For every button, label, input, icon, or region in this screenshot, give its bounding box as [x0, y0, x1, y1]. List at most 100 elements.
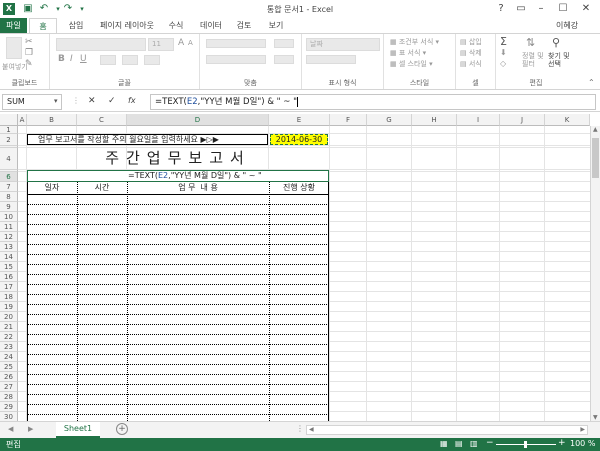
report-title[interactable]: 주간업무보고서: [27, 147, 329, 169]
cancel-icon[interactable]: ✕: [88, 96, 96, 106]
find-select-icon[interactable]: ⚲: [552, 36, 560, 49]
tab-split-icon[interactable]: ⋮: [296, 424, 304, 433]
tab-page-layout[interactable]: 페이지 레이아웃: [97, 18, 157, 33]
sort-filter-icon[interactable]: ⇅: [526, 36, 535, 49]
clear-icon[interactable]: ◇: [500, 59, 506, 68]
collapse-ribbon-icon[interactable]: ⌃: [588, 78, 595, 87]
header-task[interactable]: 업 무 내 용: [127, 182, 269, 194]
sort-filter-label[interactable]: 정렬 및 필터: [522, 52, 546, 68]
ribbon-display-icon[interactable]: ▭: [510, 1, 532, 16]
underline-icon[interactable]: U: [80, 54, 87, 64]
user-name[interactable]: 이혜강: [556, 18, 590, 33]
normal-view-icon[interactable]: ▦: [440, 439, 448, 448]
row-header-28[interactable]: 28: [0, 392, 18, 402]
row-header-9[interactable]: 9: [0, 202, 18, 212]
row-header-11[interactable]: 11: [0, 222, 18, 232]
zoom-slider-thumb[interactable]: [524, 441, 527, 448]
cell-b2-instruction[interactable]: 업무 보고서를 작성할 주의 월요일을 입력하세요 ▶▷▶: [27, 134, 268, 145]
tab-insert[interactable]: 삽입: [62, 18, 90, 33]
scroll-down-icon[interactable]: ▼: [593, 414, 598, 421]
column-header-b[interactable]: B: [27, 114, 77, 126]
number-format-icons[interactable]: [306, 55, 356, 64]
conditional-format-button[interactable]: ▦ 조건부 서식 ▾: [390, 37, 439, 47]
column-header-c[interactable]: C: [77, 114, 127, 126]
tab-file[interactable]: 파일: [0, 18, 27, 33]
name-box-dropdown-icon[interactable]: ▾: [54, 97, 58, 105]
column-header-a[interactable]: A: [18, 114, 27, 126]
copy-icon[interactable]: ❐: [25, 48, 33, 58]
column-header-j[interactable]: J: [500, 114, 545, 126]
row-header-26[interactable]: 26: [0, 372, 18, 382]
row-header-24[interactable]: 24: [0, 352, 18, 362]
column-header-d[interactable]: D: [127, 114, 269, 126]
column-header-k[interactable]: K: [545, 114, 590, 126]
row-header-29[interactable]: 29: [0, 402, 18, 412]
close-icon[interactable]: ✕: [575, 1, 597, 16]
fill-color-icon[interactable]: [122, 55, 138, 65]
vertical-align-icons[interactable]: [206, 39, 266, 48]
autosum-icon[interactable]: Σ: [500, 35, 507, 48]
delete-cells-button[interactable]: ▤ 삭제: [460, 48, 482, 58]
next-sheet-icon[interactable]: ▶: [28, 425, 33, 433]
row-header-27[interactable]: 27: [0, 382, 18, 392]
number-format-box[interactable]: 날짜: [306, 38, 380, 51]
insert-function-icon[interactable]: fx: [128, 96, 136, 105]
horizontal-scrollbar[interactable]: ◀ ▶: [306, 425, 588, 435]
page-break-view-icon[interactable]: ▥: [470, 439, 478, 448]
select-all-corner[interactable]: [0, 114, 18, 126]
row-header-12[interactable]: 12: [0, 232, 18, 242]
row-header-7[interactable]: 7: [0, 182, 18, 192]
tab-formulas[interactable]: 수식: [162, 18, 190, 33]
new-sheet-icon[interactable]: +: [116, 423, 128, 435]
cut-icon[interactable]: ✂: [25, 37, 33, 47]
header-status[interactable]: 진행 상황: [269, 182, 329, 194]
format-as-table-button[interactable]: ▦ 표 서식 ▾: [390, 48, 426, 58]
row-header-13[interactable]: 13: [0, 242, 18, 252]
header-time[interactable]: 시간: [77, 182, 127, 194]
row-header-8[interactable]: 8: [0, 192, 18, 202]
format-cells-button[interactable]: ▤ 서식: [460, 59, 482, 69]
fill-icon[interactable]: ⬇: [500, 48, 507, 57]
minimize-icon[interactable]: –: [530, 1, 552, 16]
tab-home[interactable]: 홈: [29, 18, 57, 33]
column-header-i[interactable]: I: [457, 114, 500, 126]
zoom-in-icon[interactable]: +: [558, 438, 566, 448]
bold-icon[interactable]: B: [58, 54, 65, 64]
cell-d6-editing[interactable]: =TEXT(E2,"YY년 M월 D일") & " ~ ": [27, 170, 329, 182]
scroll-up-icon[interactable]: ▲: [593, 126, 598, 133]
help-icon[interactable]: ?: [490, 1, 512, 16]
tab-view[interactable]: 보기: [262, 18, 290, 33]
row-header-15[interactable]: 15: [0, 262, 18, 272]
column-header-e[interactable]: E: [269, 114, 330, 126]
formula-input[interactable]: =TEXT(E2,"YY년 M월 D일") & " ~ ": [150, 94, 596, 110]
row-header-20[interactable]: 20: [0, 312, 18, 322]
worksheet-grid[interactable]: ABCDEFGHIJK 1234567891011121314151617181…: [0, 114, 600, 421]
vertical-scrollbar[interactable]: ▲ ▼: [590, 126, 600, 421]
row-header-23[interactable]: 23: [0, 342, 18, 352]
shrink-font-icon[interactable]: A: [188, 39, 193, 47]
column-header-g[interactable]: G: [367, 114, 412, 126]
row-header-1[interactable]: 1: [0, 126, 18, 134]
column-header-h[interactable]: H: [412, 114, 457, 126]
name-box[interactable]: SUM: [2, 94, 62, 110]
row-header-6[interactable]: 6: [0, 172, 18, 182]
zoom-out-icon[interactable]: −: [486, 438, 494, 448]
header-date[interactable]: 일자: [27, 182, 77, 194]
zoom-level[interactable]: 100 %: [570, 439, 595, 448]
row-header-30[interactable]: 30: [0, 412, 18, 421]
wrap-text-icon[interactable]: [274, 39, 294, 48]
grow-font-icon[interactable]: A: [178, 38, 184, 48]
row-header-4[interactable]: 4: [0, 148, 18, 170]
tab-data[interactable]: 데이터: [194, 18, 228, 33]
cell-styles-button[interactable]: ▦ 셀 스타일 ▾: [390, 59, 433, 69]
font-name-box[interactable]: [56, 38, 146, 51]
cell-e2-date[interactable]: 2014-06-30: [270, 134, 328, 145]
row-header-14[interactable]: 14: [0, 252, 18, 262]
paste-label[interactable]: 붙여넣기: [2, 62, 28, 72]
font-color-icon[interactable]: [144, 55, 160, 65]
scroll-right-icon[interactable]: ▶: [580, 426, 585, 433]
row-header-17[interactable]: 17: [0, 282, 18, 292]
row-header-18[interactable]: 18: [0, 292, 18, 302]
column-header-f[interactable]: F: [330, 114, 367, 126]
tab-review[interactable]: 검토: [230, 18, 258, 33]
